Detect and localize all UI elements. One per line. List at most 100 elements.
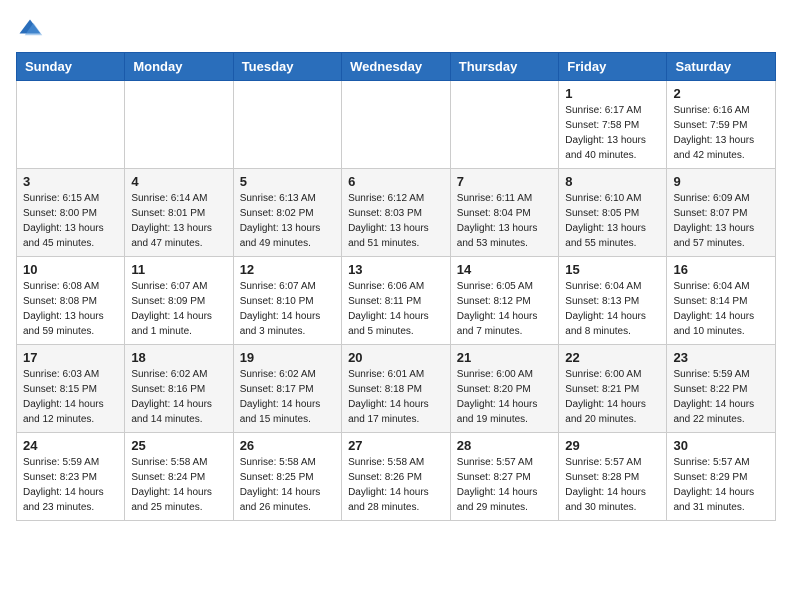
day-detail: Sunrise: 5:57 AM Sunset: 8:28 PM Dayligh… [565,455,660,515]
day-number: 2 [673,86,769,101]
day-number: 10 [23,262,118,277]
calendar-cell: 18 Sunrise: 6:02 AM Sunset: 8:16 PM Dayli… [125,345,233,433]
day-detail: Sunrise: 6:00 AM Sunset: 8:21 PM Dayligh… [565,367,660,427]
day-number: 23 [673,350,769,365]
day-number: 7 [457,174,553,189]
calendar-cell [450,81,559,169]
day-number: 11 [131,262,226,277]
calendar-cell: 24Sunrise: 5:59 AM Sunset: 8:23 PM Dayli… [17,433,125,521]
day-detail: Sunrise: 6:05 AM Sunset: 8:12 PM Dayligh… [457,279,553,339]
calendar-cell: 11 Sunrise: 6:07 AM Sunset: 8:09 PM Dayli… [125,257,233,345]
day-number: 19 [240,350,335,365]
calendar-cell [342,81,451,169]
logo [16,16,46,44]
day-number: 29 [565,438,660,453]
day-number: 6 [348,174,444,189]
weekday-header-tuesday: Tuesday [233,53,341,81]
calendar-cell: 21 Sunrise: 6:00 AM Sunset: 8:20 PM Dayli… [450,345,559,433]
day-detail: Sunrise: 5:57 AM Sunset: 8:27 PM Dayligh… [457,455,553,515]
calendar-cell: 30 Sunrise: 5:57 AM Sunset: 8:29 PM Dayli… [667,433,776,521]
weekday-header-row: SundayMondayTuesdayWednesdayThursdayFrid… [17,53,776,81]
calendar-cell: 17 Sunrise: 6:03 AM Sunset: 8:15 PM Dayli… [17,345,125,433]
day-detail: Sunrise: 6:02 AM Sunset: 8:16 PM Dayligh… [131,367,226,427]
day-number: 20 [348,350,444,365]
day-detail: Sunrise: 6:15 AM Sunset: 8:00 PM Dayligh… [23,191,118,251]
day-number: 14 [457,262,553,277]
calendar-week-row: 24Sunrise: 5:59 AM Sunset: 8:23 PM Dayli… [17,433,776,521]
calendar-table: SundayMondayTuesdayWednesdayThursdayFrid… [16,52,776,521]
calendar-week-row: 10 Sunrise: 6:08 AM Sunset: 8:08 PM Dayli… [17,257,776,345]
weekday-header-friday: Friday [559,53,667,81]
day-detail: Sunrise: 6:10 AM Sunset: 8:05 PM Dayligh… [565,191,660,251]
calendar-week-row: 1 Sunrise: 6:17 AM Sunset: 7:58 PM Daylig… [17,81,776,169]
day-detail: Sunrise: 6:17 AM Sunset: 7:58 PM Dayligh… [565,103,660,163]
day-detail: Sunrise: 6:16 AM Sunset: 7:59 PM Dayligh… [673,103,769,163]
calendar-cell: 7 Sunrise: 6:11 AM Sunset: 8:04 PM Daylig… [450,169,559,257]
calendar-cell: 2 Sunrise: 6:16 AM Sunset: 7:59 PM Daylig… [667,81,776,169]
day-number: 16 [673,262,769,277]
day-detail: Sunrise: 5:58 AM Sunset: 8:26 PM Dayligh… [348,455,444,515]
calendar-cell: 25Sunrise: 5:58 AM Sunset: 8:24 PM Dayli… [125,433,233,521]
day-number: 5 [240,174,335,189]
page-header [16,16,776,44]
logo-icon [16,16,44,44]
weekday-header-saturday: Saturday [667,53,776,81]
day-detail: Sunrise: 6:04 AM Sunset: 8:14 PM Dayligh… [673,279,769,339]
calendar-cell: 8 Sunrise: 6:10 AM Sunset: 8:05 PM Daylig… [559,169,667,257]
calendar-cell: 1 Sunrise: 6:17 AM Sunset: 7:58 PM Daylig… [559,81,667,169]
day-detail: Sunrise: 6:03 AM Sunset: 8:15 PM Dayligh… [23,367,118,427]
calendar-cell: 4Sunrise: 6:14 AM Sunset: 8:01 PM Daylig… [125,169,233,257]
day-detail: Sunrise: 6:12 AM Sunset: 8:03 PM Dayligh… [348,191,444,251]
calendar-cell: 22 Sunrise: 6:00 AM Sunset: 8:21 PM Dayli… [559,345,667,433]
day-detail: Sunrise: 5:58 AM Sunset: 8:25 PM Dayligh… [240,455,335,515]
calendar-cell: 9Sunrise: 6:09 AM Sunset: 8:07 PM Daylig… [667,169,776,257]
calendar-cell: 15 Sunrise: 6:04 AM Sunset: 8:13 PM Dayli… [559,257,667,345]
calendar-cell: 14 Sunrise: 6:05 AM Sunset: 8:12 PM Dayli… [450,257,559,345]
calendar-cell: 28 Sunrise: 5:57 AM Sunset: 8:27 PM Dayli… [450,433,559,521]
day-number: 28 [457,438,553,453]
day-number: 22 [565,350,660,365]
day-number: 25 [131,438,226,453]
day-number: 17 [23,350,118,365]
day-detail: Sunrise: 6:11 AM Sunset: 8:04 PM Dayligh… [457,191,553,251]
weekday-header-thursday: Thursday [450,53,559,81]
day-detail: Sunrise: 6:13 AM Sunset: 8:02 PM Dayligh… [240,191,335,251]
calendar-cell: 16 Sunrise: 6:04 AM Sunset: 8:14 PM Dayli… [667,257,776,345]
day-detail: Sunrise: 6:09 AM Sunset: 8:07 PM Dayligh… [673,191,769,251]
calendar-cell: 10 Sunrise: 6:08 AM Sunset: 8:08 PM Dayli… [17,257,125,345]
day-detail: Sunrise: 6:07 AM Sunset: 8:09 PM Dayligh… [131,279,226,339]
day-detail: Sunrise: 6:06 AM Sunset: 8:11 PM Dayligh… [348,279,444,339]
calendar-cell [233,81,341,169]
day-detail: Sunrise: 6:08 AM Sunset: 8:08 PM Dayligh… [23,279,118,339]
calendar-cell: 3Sunrise: 6:15 AM Sunset: 8:00 PM Daylig… [17,169,125,257]
day-detail: Sunrise: 6:02 AM Sunset: 8:17 PM Dayligh… [240,367,335,427]
calendar-cell: 5 Sunrise: 6:13 AM Sunset: 8:02 PM Daylig… [233,169,341,257]
day-detail: Sunrise: 6:00 AM Sunset: 8:20 PM Dayligh… [457,367,553,427]
day-number: 18 [131,350,226,365]
day-number: 13 [348,262,444,277]
calendar-cell: 12 Sunrise: 6:07 AM Sunset: 8:10 PM Dayli… [233,257,341,345]
day-number: 1 [565,86,660,101]
weekday-header-sunday: Sunday [17,53,125,81]
calendar-cell: 13 Sunrise: 6:06 AM Sunset: 8:11 PM Dayli… [342,257,451,345]
calendar-cell: 19 Sunrise: 6:02 AM Sunset: 8:17 PM Dayli… [233,345,341,433]
day-detail: Sunrise: 5:59 AM Sunset: 8:23 PM Dayligh… [23,455,118,515]
day-detail: Sunrise: 6:04 AM Sunset: 8:13 PM Dayligh… [565,279,660,339]
day-number: 26 [240,438,335,453]
day-number: 8 [565,174,660,189]
day-number: 15 [565,262,660,277]
calendar-cell [125,81,233,169]
day-detail: Sunrise: 5:57 AM Sunset: 8:29 PM Dayligh… [673,455,769,515]
calendar-cell: 6 Sunrise: 6:12 AM Sunset: 8:03 PM Daylig… [342,169,451,257]
day-number: 21 [457,350,553,365]
day-number: 12 [240,262,335,277]
day-number: 4 [131,174,226,189]
calendar-week-row: 3Sunrise: 6:15 AM Sunset: 8:00 PM Daylig… [17,169,776,257]
day-detail: Sunrise: 6:07 AM Sunset: 8:10 PM Dayligh… [240,279,335,339]
weekday-header-monday: Monday [125,53,233,81]
calendar-cell: 27Sunrise: 5:58 AM Sunset: 8:26 PM Dayli… [342,433,451,521]
calendar-cell: 20 Sunrise: 6:01 AM Sunset: 8:18 PM Dayli… [342,345,451,433]
calendar-cell: 29 Sunrise: 5:57 AM Sunset: 8:28 PM Dayli… [559,433,667,521]
day-number: 30 [673,438,769,453]
day-detail: Sunrise: 6:01 AM Sunset: 8:18 PM Dayligh… [348,367,444,427]
